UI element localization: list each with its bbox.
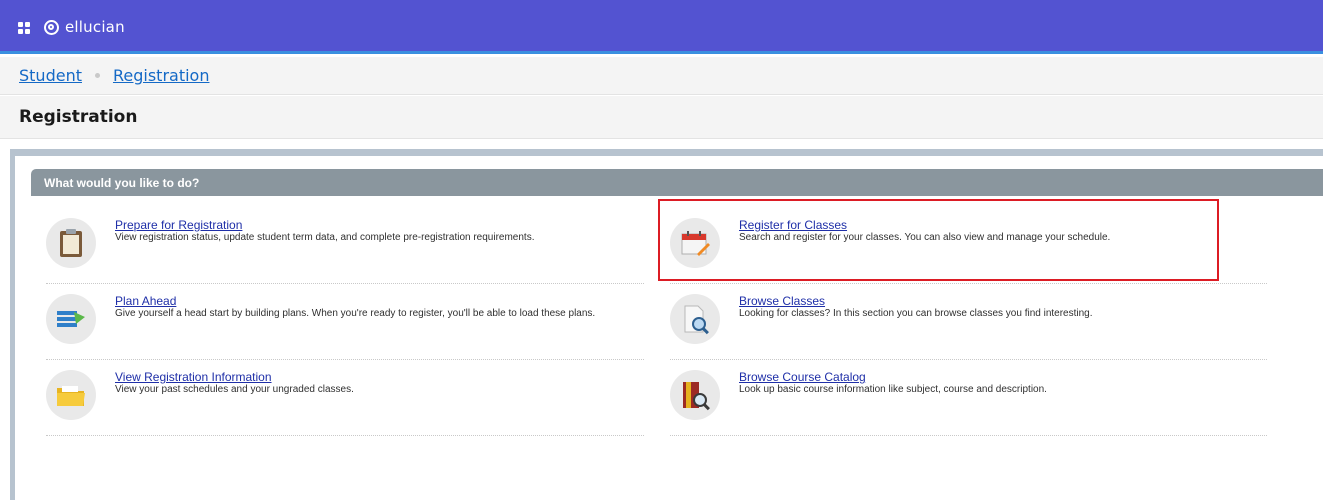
option-plan-ahead[interactable]: Plan Ahead Give yourself a head start by… [46,286,644,360]
option-description: View registration status, update student… [115,232,535,243]
panel-heading: What would you like to do? [31,169,1323,196]
document-search-icon [670,294,720,344]
option-title[interactable]: Prepare for Registration [115,218,242,232]
page-title: Registration [19,107,138,127]
option-view-registration-information[interactable]: View Registration Information View your … [46,362,644,436]
grid-menu-icon[interactable] [18,22,30,34]
book-search-icon [670,370,720,420]
top-navigation-bar: ellucian [0,0,1323,54]
breadcrumb-student-link[interactable]: Student [19,66,82,85]
ellucian-logo-icon [44,19,59,35]
option-title[interactable]: Browse Course Catalog [739,370,866,384]
option-description: Look up basic course information like su… [739,384,1047,395]
highlight-box [658,199,1219,281]
clipboard-icon [46,218,96,268]
plan-list-icon [46,294,96,344]
option-browse-course-catalog[interactable]: Browse Course Catalog Look up basic cour… [670,362,1267,436]
option-prepare-for-registration[interactable]: Prepare for Registration View registrati… [46,210,644,284]
breadcrumb: Student Registration [0,57,1323,95]
brand-logo[interactable]: ellucian [44,16,125,38]
option-title[interactable]: Browse Classes [739,294,825,308]
breadcrumb-registration-link[interactable]: Registration [113,66,209,85]
option-browse-classes[interactable]: Browse Classes Looking for classes? In t… [670,286,1267,360]
option-description: View your past schedules and your ungrad… [115,384,354,395]
option-description: Looking for classes? In this section you… [739,308,1093,319]
page-title-bar: Registration [0,96,1323,139]
breadcrumb-separator [94,73,100,78]
option-title[interactable]: Plan Ahead [115,294,176,308]
folder-icon [46,370,96,420]
option-title[interactable]: View Registration Information [115,370,272,384]
brand-name: ellucian [65,18,125,36]
option-description: Give yourself a head start by building p… [115,308,596,319]
